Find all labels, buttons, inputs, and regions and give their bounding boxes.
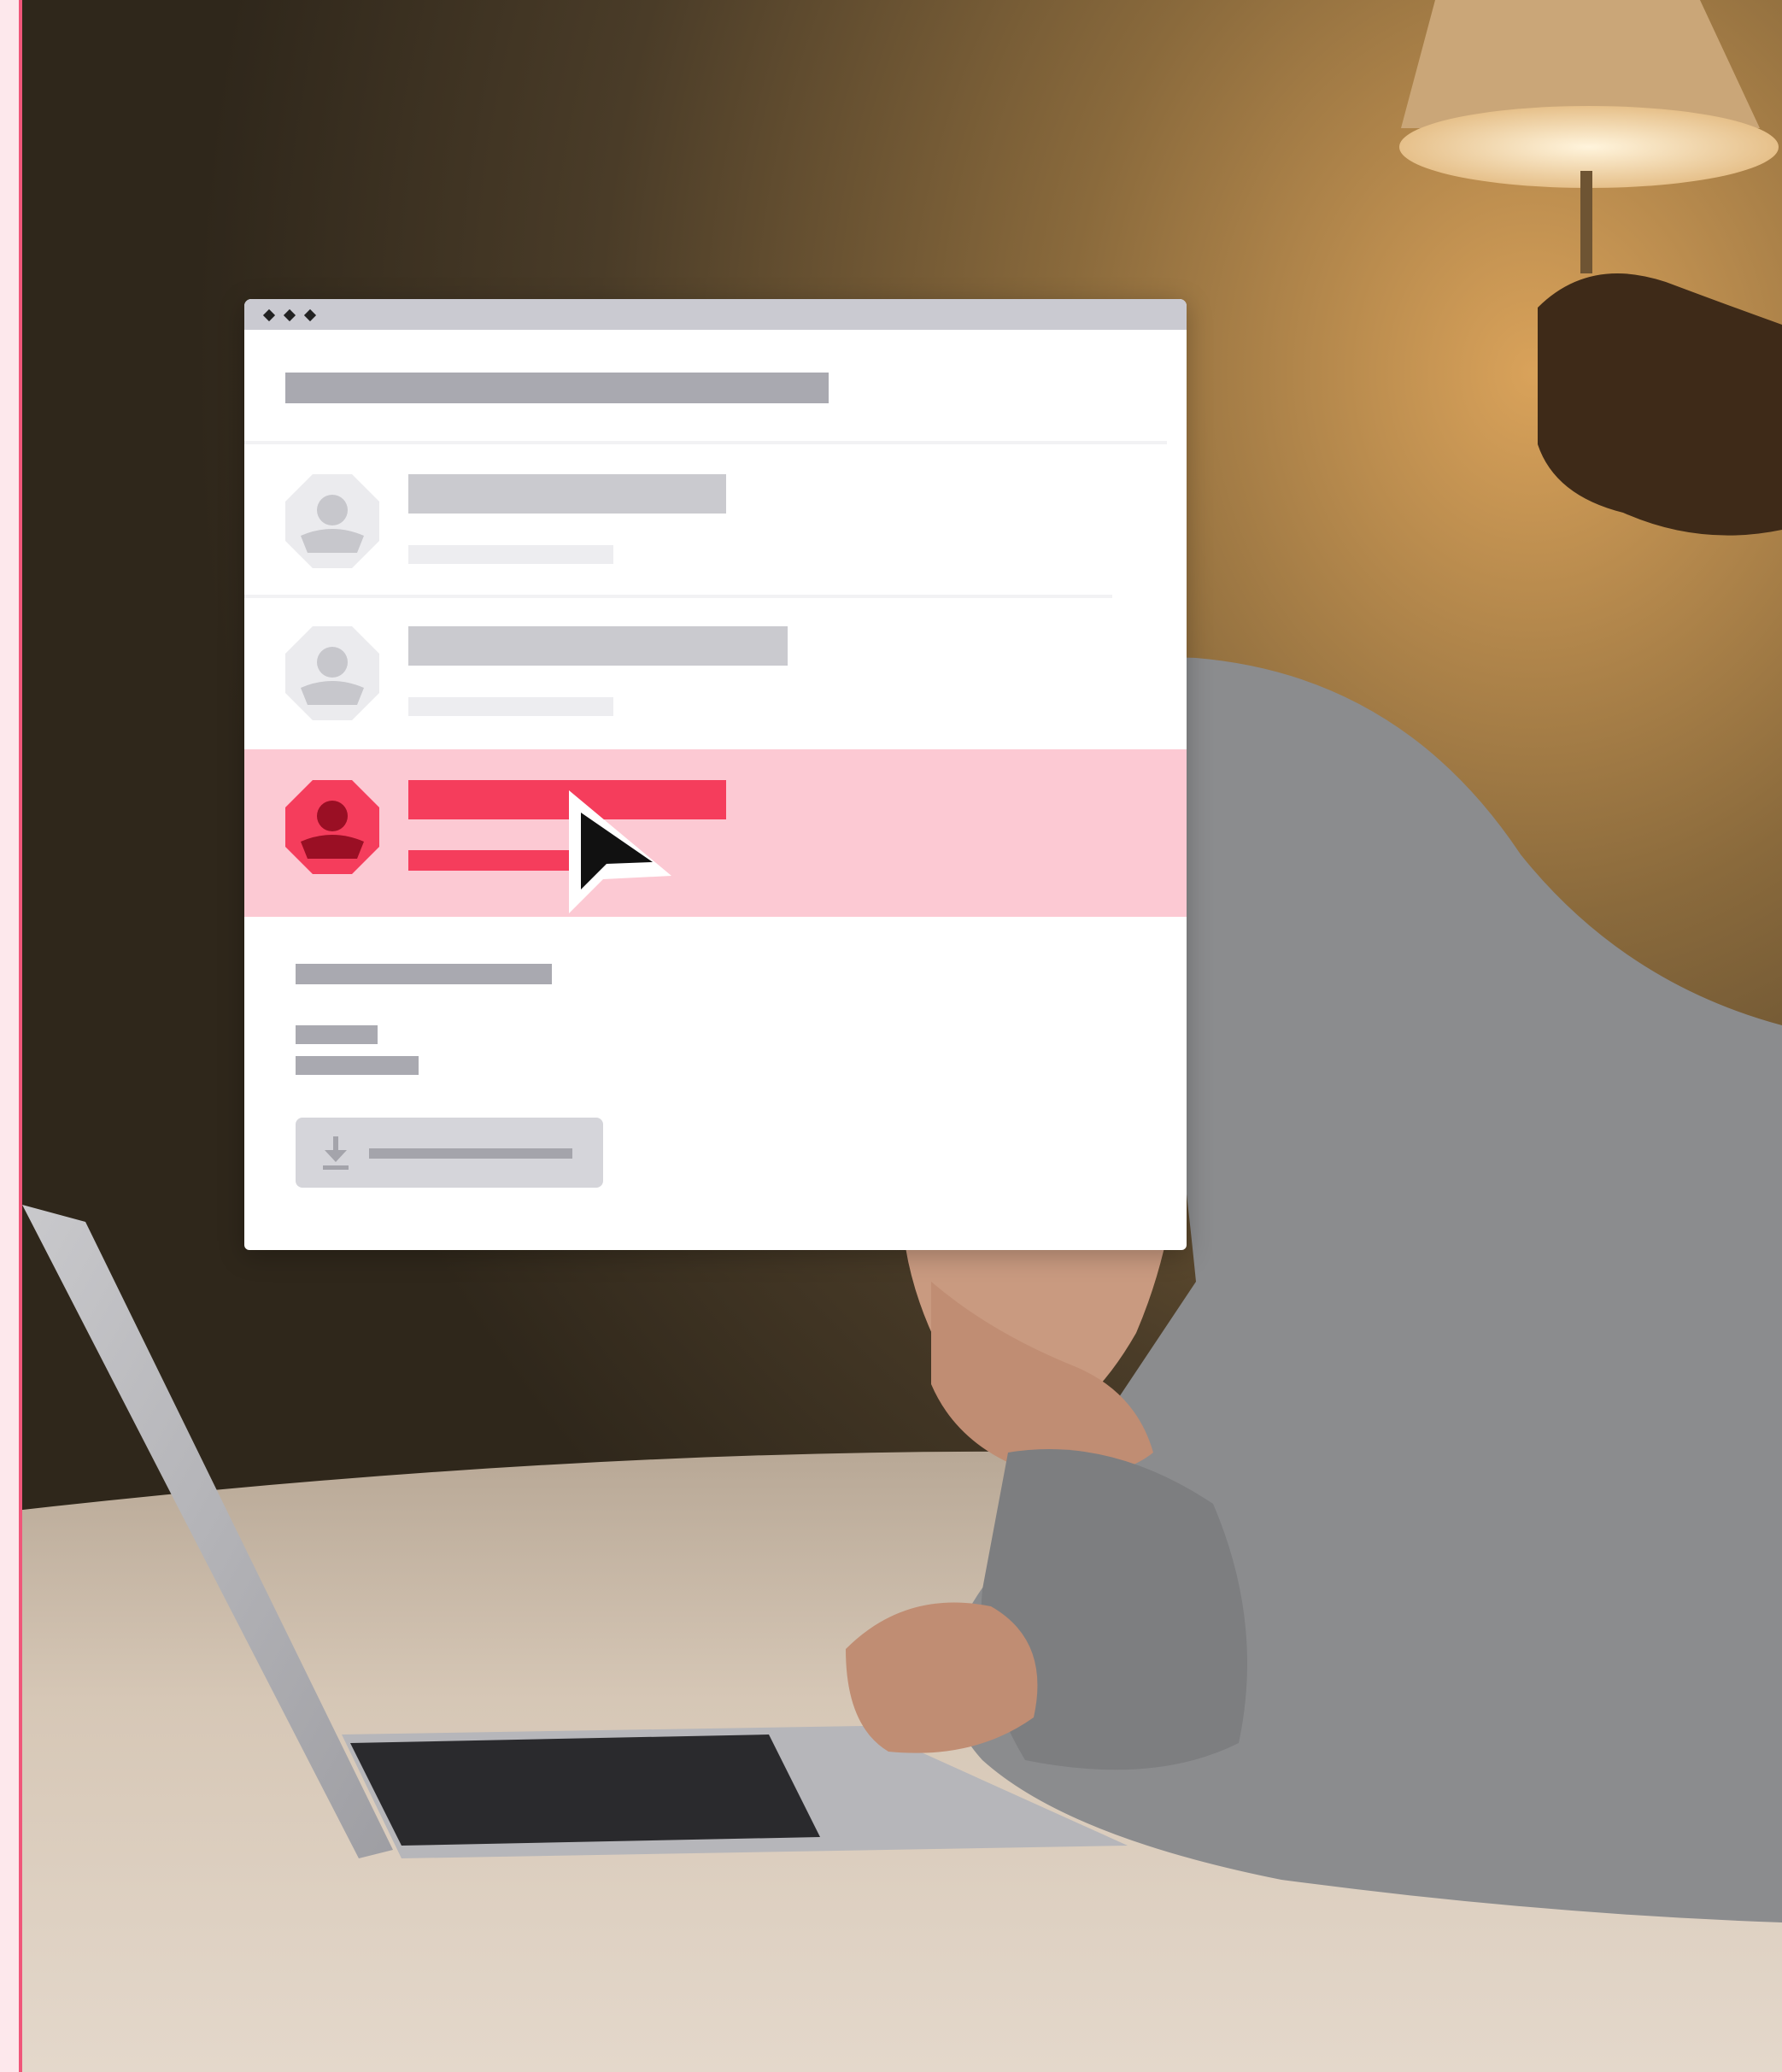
- header-divider: [244, 441, 1167, 444]
- download-label-placeholder: [369, 1148, 572, 1159]
- user-avatar-icon: [285, 780, 379, 874]
- list-item-subtitle-placeholder: [408, 545, 613, 564]
- download-icon: [323, 1136, 349, 1170]
- user-avatar-icon: [285, 626, 379, 720]
- download-button[interactable]: [296, 1118, 603, 1188]
- user-avatar-icon: [285, 474, 379, 568]
- list-divider: [244, 595, 1112, 598]
- list-item-title-placeholder: [408, 626, 788, 666]
- edge-stripe: [0, 0, 21, 2072]
- list-item[interactable]: [244, 624, 1187, 760]
- window-dot-icon[interactable]: [303, 308, 317, 322]
- list-item-selected[interactable]: [244, 749, 1187, 917]
- page-title-placeholder: [285, 373, 829, 403]
- edge-accent-line: [19, 0, 22, 2072]
- list-item-subtitle-placeholder: [408, 697, 613, 716]
- list-item[interactable]: [244, 470, 1187, 615]
- list-item-title-placeholder: [408, 474, 726, 514]
- mouse-pointer-icon: [569, 790, 671, 913]
- window-dot-icon[interactable]: [262, 308, 276, 322]
- app-window: [244, 299, 1187, 1250]
- list-item-subtitle-placeholder: [408, 850, 579, 871]
- detail-heading-placeholder: [296, 964, 552, 984]
- window-dot-icon[interactable]: [283, 308, 296, 322]
- window-titlebar: [244, 299, 1187, 330]
- detail-label-placeholder: [296, 1025, 378, 1044]
- detail-value-placeholder: [296, 1056, 419, 1075]
